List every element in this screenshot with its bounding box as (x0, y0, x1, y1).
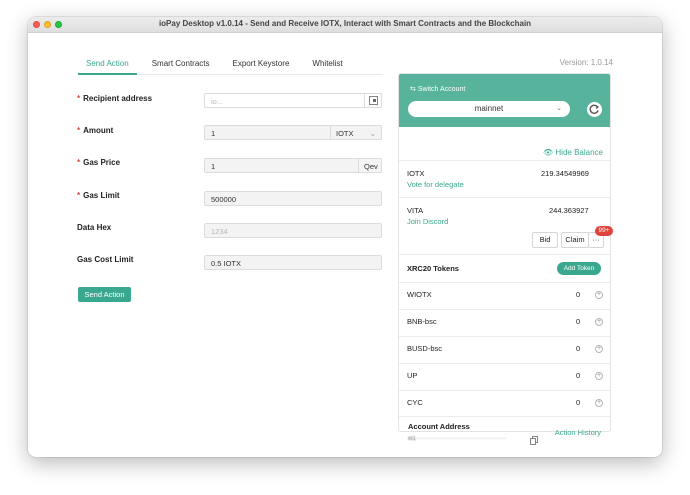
refresh-icon (589, 104, 599, 114)
token-balance: 0 (576, 344, 581, 353)
plus-icon[interactable]: + (595, 318, 603, 326)
amount-label: * Amount (77, 126, 114, 135)
token-name: BUSD-bsc (407, 344, 443, 353)
token-balance: 0 (576, 398, 581, 407)
tab-whitelist[interactable]: Whitelist (304, 55, 350, 75)
app-window: ioPay Desktop v1.0.14 - Send and Receive… (28, 17, 662, 457)
gas-cost-field: 0.5 IOTX (204, 255, 382, 270)
data-hex-label: Data Hex (77, 223, 112, 232)
token-balance: 0 (576, 371, 581, 380)
refresh-button[interactable] (587, 102, 602, 117)
token-balance: 0 (576, 317, 581, 326)
tab-bar: Send Action Smart Contracts Export Keyst… (78, 55, 383, 75)
gas-price-label: * Gas Price (77, 158, 121, 167)
send-action-button[interactable]: Send Action (78, 287, 131, 302)
token-name: CYC (407, 398, 423, 407)
tab-send-action[interactable]: Send Action (78, 55, 137, 75)
account-panel: ⇆ Switch Account mainnet ⌄ 👁︎ Hide Balan… (398, 73, 613, 445)
gas-price-unit: Qev (358, 158, 382, 173)
network-select[interactable]: mainnet ⌄ (408, 101, 570, 117)
version-label: Version: 1.0.14 (559, 58, 613, 67)
plus-icon[interactable]: + (595, 399, 603, 407)
iotx-label: IOTX (407, 169, 425, 178)
plus-icon[interactable]: + (595, 291, 603, 299)
gas-limit-label: * Gas Limit (77, 191, 120, 200)
amount-input[interactable]: 1 IOTX ⌄ (204, 125, 382, 140)
plus-icon[interactable]: + (595, 345, 603, 353)
chevron-down-icon: ⌄ (369, 129, 376, 138)
amount-unit-select[interactable]: IOTX ⌄ (330, 125, 382, 140)
switch-account-button[interactable]: ⇆ Switch Account (410, 85, 465, 93)
claim-button[interactable]: Claim (561, 232, 589, 248)
chevron-down-icon: ⌄ (556, 105, 562, 112)
account-address: io1·····································… (408, 436, 506, 442)
token-name: UP (407, 371, 418, 380)
recipient-label: * Recipient address (77, 94, 153, 103)
window-title: ioPay Desktop v1.0.14 - Send and Receive… (158, 19, 532, 28)
token-name: BNB-bsc (407, 317, 437, 326)
vita-balance: 244.363927 (549, 206, 589, 215)
vote-delegate-link[interactable]: Vote for delegate (407, 180, 464, 189)
token-balance: 0 (576, 290, 581, 299)
account-header: ⇆ Switch Account mainnet ⌄ (399, 74, 610, 127)
gas-cost-label: Gas Cost Limit (77, 255, 134, 264)
copy-icon[interactable] (530, 432, 538, 450)
vita-label: VITA (407, 206, 424, 215)
recipient-input[interactable]: io... (204, 93, 382, 108)
account-address-title: Account Address (408, 422, 470, 431)
gas-limit-input[interactable]: 500000 (204, 191, 382, 206)
tab-export-keystore[interactable]: Export Keystore (225, 55, 298, 75)
data-hex-input[interactable]: 1234 (204, 223, 382, 238)
title-bar: ioPay Desktop v1.0.14 - Send and Receive… (28, 17, 662, 33)
plus-icon[interactable]: + (595, 372, 603, 380)
address-book-icon[interactable] (364, 93, 382, 108)
notification-badge: 99+ (595, 226, 613, 236)
join-discord-link[interactable]: Join Discord (407, 217, 448, 226)
bid-button[interactable]: Bid (532, 232, 558, 248)
swap-icon: ⇆ (410, 86, 416, 93)
eye-icon: 👁︎ (543, 148, 554, 157)
iotx-balance: 219.34549969 (541, 169, 589, 178)
tab-smart-contracts[interactable]: Smart Contracts (144, 55, 218, 75)
gas-price-input[interactable]: 1 Qev (204, 158, 382, 173)
token-name: WIOTX (407, 290, 432, 299)
add-token-button[interactable]: Add Token (557, 262, 601, 275)
xrc20-title: XRC20 Tokens (407, 264, 459, 273)
hide-balance-button[interactable]: 👁︎ Hide Balance (543, 148, 603, 157)
action-history-link[interactable]: Action History (555, 428, 601, 437)
